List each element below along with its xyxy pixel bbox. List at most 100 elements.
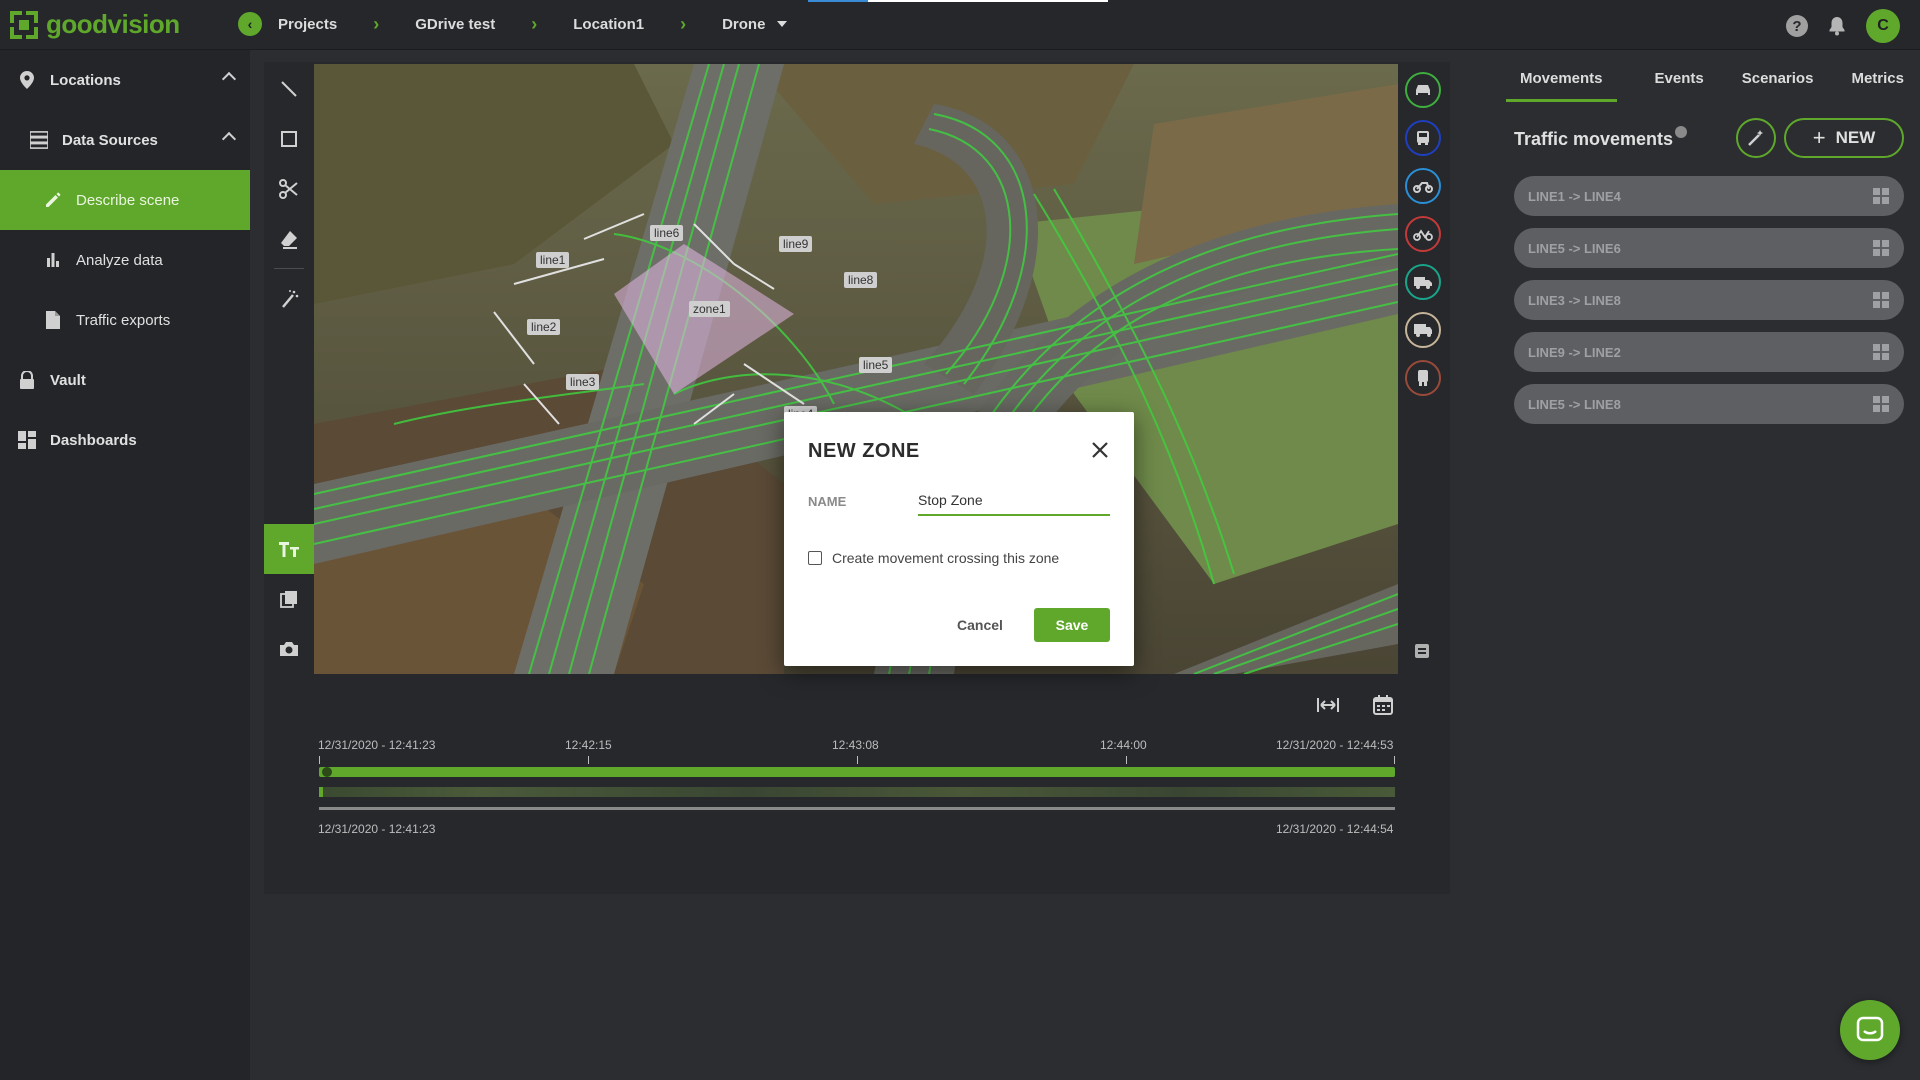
cancel-button[interactable]: Cancel bbox=[940, 610, 1020, 640]
movement-menu-icon[interactable] bbox=[1872, 291, 1890, 309]
movements-panel: Movements Events Scenarios Metrics Traff… bbox=[1500, 50, 1920, 1080]
tab-scenarios[interactable]: Scenarios bbox=[1742, 60, 1814, 102]
sidebar-item-dashboards[interactable]: Dashboards bbox=[0, 410, 250, 470]
chevron-up-icon[interactable] bbox=[221, 131, 237, 147]
bus-icon[interactable] bbox=[1405, 120, 1441, 156]
movement-item[interactable]: LINE5 -> LINE8 bbox=[1514, 384, 1904, 424]
sidebar-item-label: Data Sources bbox=[62, 131, 158, 149]
plus-icon: + bbox=[1812, 125, 1826, 150]
panel-tabs: Movements Events Scenarios Metrics bbox=[1506, 60, 1920, 102]
sidebar-item-analyze-data[interactable]: Analyze data bbox=[0, 230, 250, 290]
drawing-toolbar bbox=[264, 64, 314, 674]
wand-clear-icon[interactable] bbox=[264, 274, 314, 324]
chevron-up-icon[interactable] bbox=[221, 71, 237, 87]
breadcrumb-location[interactable]: Location1 bbox=[573, 16, 644, 33]
movement-item[interactable]: LINE5 -> LINE6 bbox=[1514, 228, 1904, 268]
create-movement-option[interactable]: Create movement crossing this zone bbox=[808, 550, 1059, 566]
create-movement-checkbox[interactable] bbox=[808, 551, 822, 565]
fit-width-icon[interactable] bbox=[1316, 696, 1340, 716]
breadcrumb-source[interactable]: Drone bbox=[722, 16, 765, 33]
camera-icon[interactable] bbox=[264, 624, 314, 674]
tab-metrics[interactable]: Metrics bbox=[1851, 60, 1904, 102]
movement-label: LINE5 -> LINE8 bbox=[1528, 396, 1621, 412]
sidebar-item-label: Describe scene bbox=[76, 191, 180, 209]
sidebar-item-vault[interactable]: Vault bbox=[0, 350, 250, 410]
sidebar-item-locations[interactable]: Locations bbox=[0, 50, 250, 110]
movement-menu-icon[interactable] bbox=[1872, 187, 1890, 205]
timeline-tick bbox=[1394, 756, 1395, 764]
line-label[interactable]: line5 bbox=[859, 357, 893, 373]
back-button[interactable]: ‹ bbox=[238, 12, 262, 36]
layers-icon[interactable] bbox=[1413, 642, 1433, 662]
timeline-bottom-start: 12/31/2020 - 12:41:23 bbox=[318, 822, 436, 836]
zone-label[interactable]: zone1 bbox=[689, 301, 730, 317]
line-label[interactable]: line8 bbox=[844, 272, 878, 288]
sidebar-item-label: Vault bbox=[50, 371, 86, 389]
van-icon[interactable] bbox=[1405, 264, 1441, 300]
chat-support-button[interactable] bbox=[1840, 1000, 1900, 1060]
bicycle-icon[interactable] bbox=[1405, 216, 1441, 252]
movement-item[interactable]: LINE1 -> LINE4 bbox=[1514, 176, 1904, 216]
eraser-icon[interactable] bbox=[264, 214, 314, 264]
calendar-icon[interactable] bbox=[1372, 694, 1394, 716]
movement-menu-icon[interactable] bbox=[1872, 239, 1890, 257]
car-icon[interactable] bbox=[1405, 72, 1441, 108]
chat-icon bbox=[1856, 1016, 1884, 1042]
movement-label: LINE3 -> LINE8 bbox=[1528, 292, 1621, 308]
timeline-activity-bar bbox=[319, 787, 1395, 797]
sidebar-item-traffic-exports[interactable]: Traffic exports bbox=[0, 290, 250, 350]
truck-icon[interactable] bbox=[1405, 312, 1441, 348]
timeline-tick bbox=[857, 756, 858, 764]
bell-icon[interactable] bbox=[1826, 15, 1848, 37]
breadcrumb: ‹ Projects › GDrive test › Location1 › D… bbox=[238, 12, 788, 36]
avatar[interactable]: C bbox=[1866, 9, 1900, 43]
caret-down-icon[interactable] bbox=[777, 21, 788, 27]
logo-mark-icon bbox=[10, 10, 38, 39]
timeline-end-label: 12/31/2020 - 12:44:53 bbox=[1276, 738, 1394, 752]
line-label[interactable]: line6 bbox=[650, 225, 684, 241]
text-size-icon[interactable] bbox=[264, 524, 314, 574]
movement-item[interactable]: LINE3 -> LINE8 bbox=[1514, 280, 1904, 320]
movement-label: LINE5 -> LINE6 bbox=[1528, 240, 1621, 256]
magic-wand-icon bbox=[1748, 130, 1763, 146]
info-icon[interactable] bbox=[1675, 126, 1688, 138]
pedestrian-icon[interactable] bbox=[1405, 360, 1441, 396]
movement-menu-icon[interactable] bbox=[1872, 395, 1890, 413]
motorcycle-icon[interactable] bbox=[1405, 168, 1441, 204]
timeline-tick-label: 12:44:00 bbox=[1100, 738, 1147, 752]
scissors-icon[interactable] bbox=[264, 164, 314, 214]
sidebar-item-label: Analyze data bbox=[76, 251, 163, 269]
timeline-bottom-end: 12/31/2020 - 12:44:54 bbox=[1276, 822, 1394, 836]
data-sources-icon bbox=[30, 131, 48, 149]
zone-name-input[interactable] bbox=[918, 486, 1110, 516]
line-tool-icon[interactable] bbox=[264, 64, 314, 114]
breadcrumb-project[interactable]: GDrive test bbox=[415, 16, 495, 33]
copy-icon[interactable] bbox=[264, 574, 314, 624]
timeline-tick bbox=[319, 756, 320, 764]
close-icon[interactable] bbox=[1090, 440, 1110, 460]
help-icon[interactable]: ? bbox=[1786, 15, 1808, 37]
tab-events[interactable]: Events bbox=[1655, 60, 1704, 102]
sidebar-item-describe-scene[interactable]: Describe scene bbox=[0, 170, 250, 230]
location-pin-icon bbox=[18, 71, 36, 89]
line-label[interactable]: line2 bbox=[527, 319, 561, 335]
new-movement-button[interactable]: + NEW bbox=[1784, 118, 1904, 158]
movement-menu-icon[interactable] bbox=[1872, 343, 1890, 361]
auto-generate-button[interactable] bbox=[1736, 118, 1776, 158]
line-label[interactable]: line3 bbox=[566, 374, 600, 390]
line-label[interactable]: line1 bbox=[536, 252, 570, 268]
timeline-tick bbox=[1126, 756, 1127, 764]
sidebar-item-data-sources[interactable]: Data Sources bbox=[0, 110, 250, 170]
timeline-scrollbar[interactable] bbox=[319, 807, 1395, 810]
timeline-tick bbox=[588, 756, 589, 764]
breadcrumb-projects[interactable]: Projects bbox=[278, 16, 337, 33]
save-button[interactable]: Save bbox=[1034, 608, 1110, 642]
movement-item[interactable]: LINE9 -> LINE2 bbox=[1514, 332, 1904, 372]
timeline-playhead[interactable] bbox=[322, 767, 332, 777]
line-label[interactable]: line9 bbox=[779, 236, 813, 252]
rectangle-tool-icon[interactable] bbox=[264, 114, 314, 164]
timeline-range-bar[interactable] bbox=[319, 767, 1395, 777]
top-bar: goodvision ‹ Projects › GDrive test › Lo… bbox=[0, 0, 1920, 50]
tab-movements[interactable]: Movements bbox=[1506, 60, 1617, 102]
app-logo[interactable]: goodvision bbox=[10, 9, 180, 40]
